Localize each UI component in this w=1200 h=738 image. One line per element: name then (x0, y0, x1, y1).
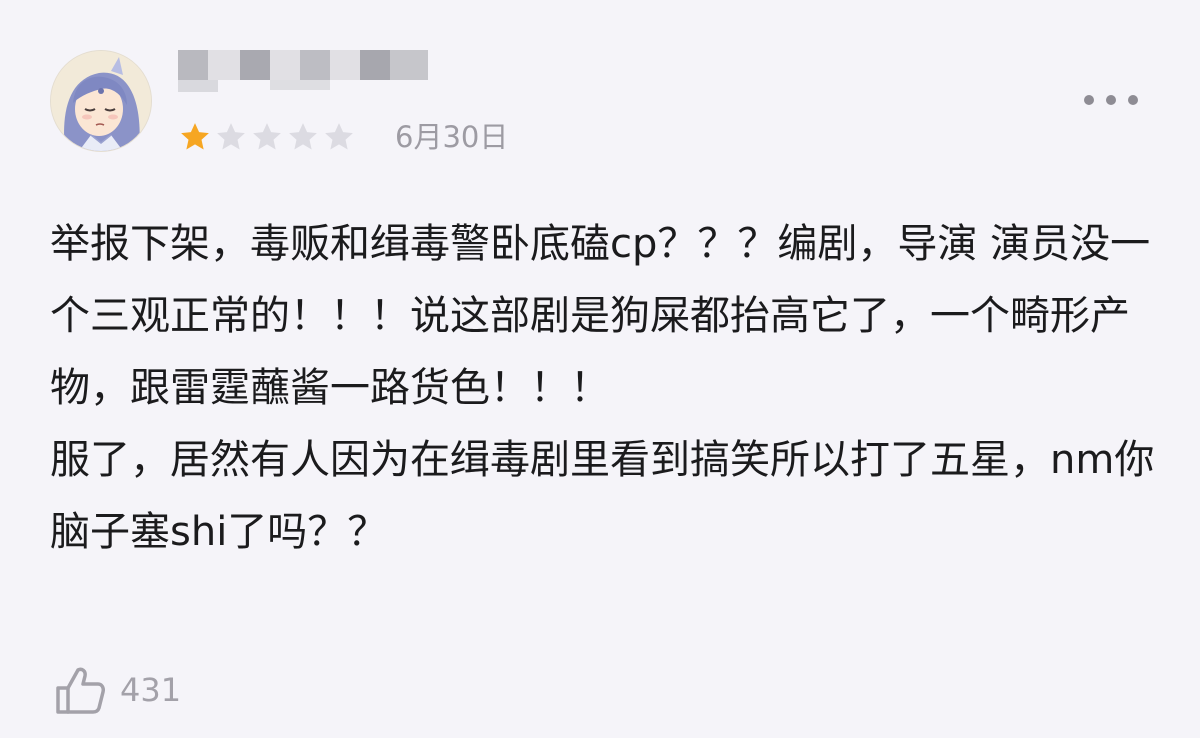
like-button[interactable]: 431 (52, 660, 181, 720)
star-empty-icon (253, 123, 281, 150)
rating-stars (178, 120, 356, 154)
review-date: 6月30日 (395, 120, 509, 154)
like-count: 431 (120, 671, 182, 709)
more-icon[interactable] (1084, 86, 1138, 114)
thumbs-up-icon (56, 667, 105, 714)
star-empty-icon (217, 123, 245, 150)
review-text: 举报下架，毒贩和缉毒警卧底磕cp？？？编剧，导演 演员没一个三观正常的！！！说这… (50, 208, 1160, 568)
review-paragraph: 举报下架，毒贩和缉毒警卧底磕cp？？？编剧，导演 演员没一个三观正常的！！！说这… (50, 221, 1151, 411)
avatar-image (51, 51, 151, 151)
star-empty-icon (325, 123, 353, 150)
star-filled-icon (181, 123, 209, 150)
review-paragraph: 服了，居然有人因为在缉毒剧里看到搞笑所以打了五星，nm你脑子塞shi了吗？？ (50, 437, 1155, 555)
star-empty-icon (289, 123, 317, 150)
username-redacted (178, 46, 428, 96)
avatar[interactable] (50, 50, 152, 152)
